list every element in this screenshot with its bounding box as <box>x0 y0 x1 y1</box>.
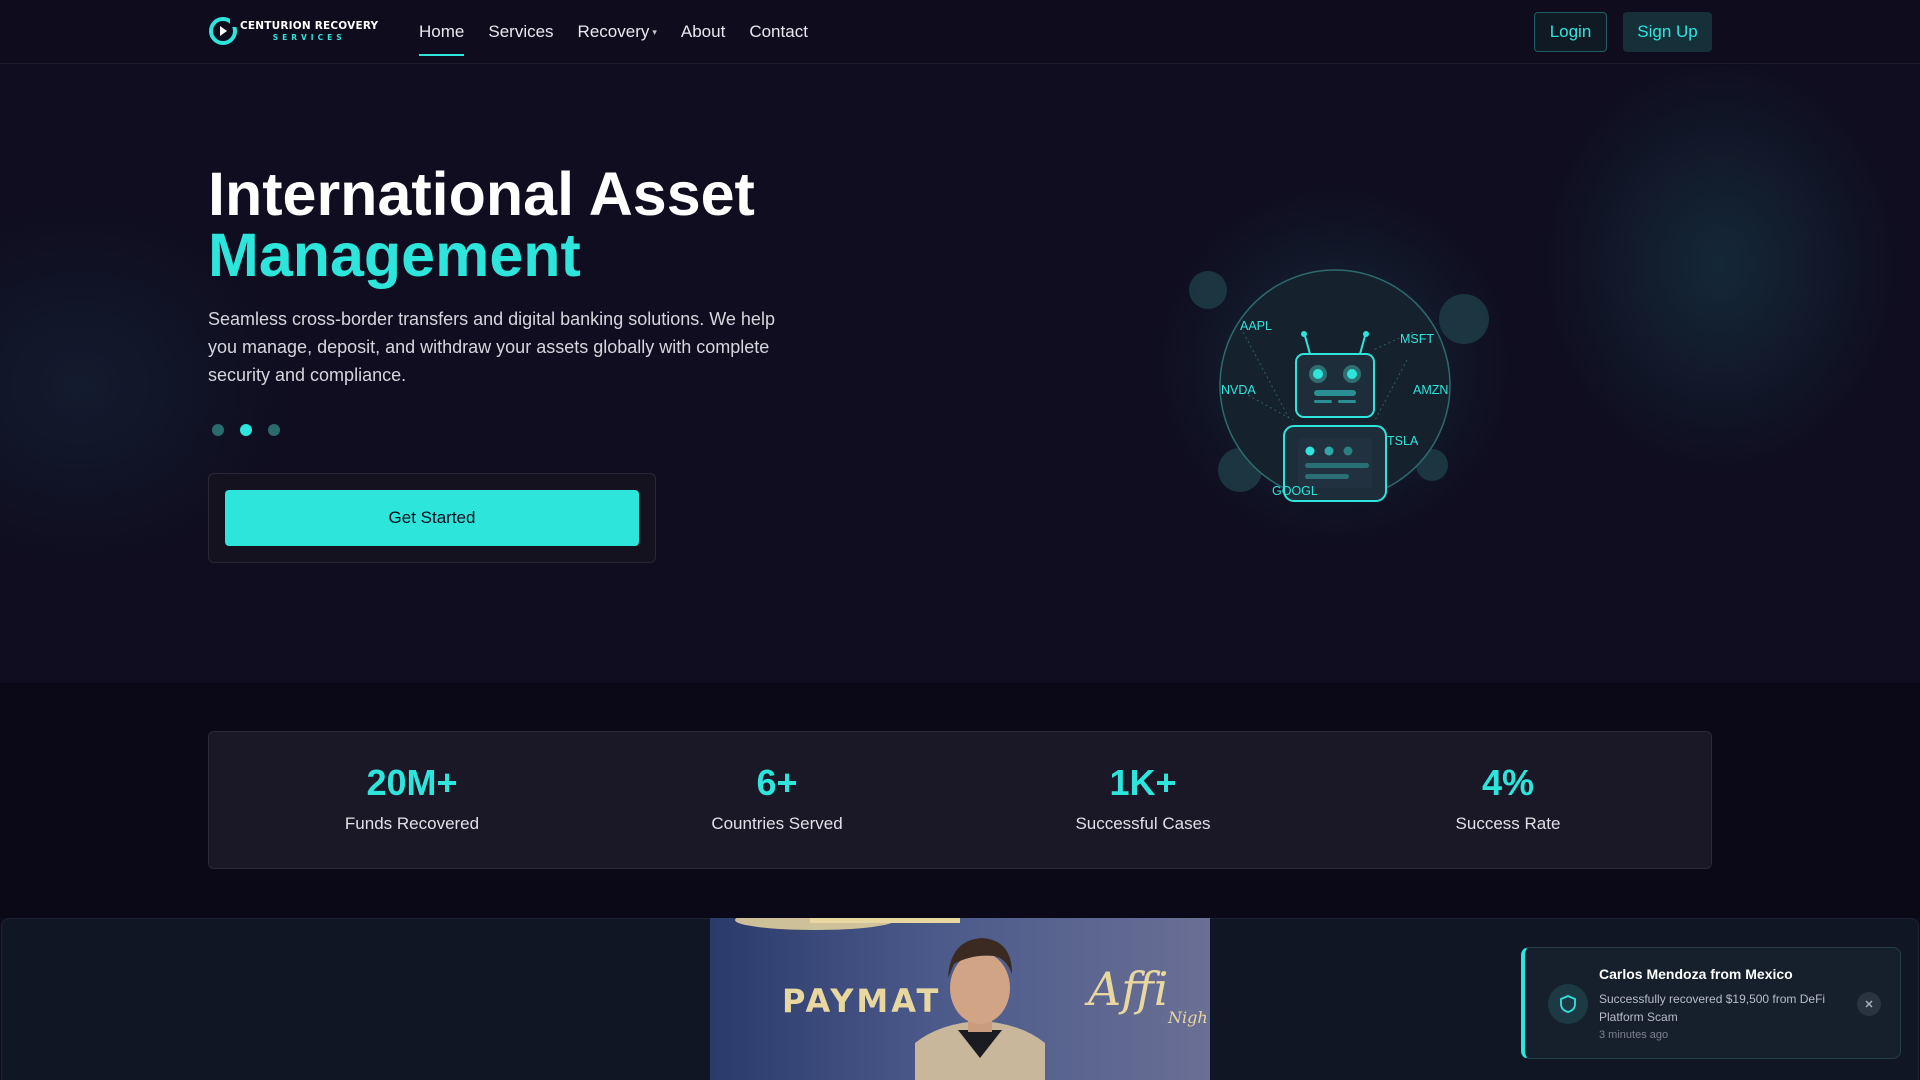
stat-label: Successful Cases <box>1075 814 1211 833</box>
stats-card: 20M+ Funds Recovered 6+ Countries Served… <box>208 731 1712 869</box>
hero-title-line2: Management <box>208 221 581 289</box>
nav-recovery-label: Recovery <box>577 22 650 41</box>
chevron-down-icon: ▾ <box>652 26 657 37</box>
nav-contact-label: Contact <box>749 22 808 41</box>
photo-script-text: Affi <box>1088 962 1169 1016</box>
nav-services[interactable]: Services <box>488 0 553 64</box>
orbit-bubble <box>1439 294 1489 344</box>
stat-value: 1K+ <box>1109 762 1177 803</box>
ticker-tsla: TSLA <box>1387 434 1419 448</box>
cta-container: Get Started <box>208 473 656 563</box>
nav-links: Home Services Recovery ▾ About Contact <box>419 0 832 64</box>
get-started-button[interactable]: Get Started <box>225 490 639 546</box>
robot-head <box>1295 353 1375 418</box>
nav-about-label: About <box>680 22 726 41</box>
login-button[interactable]: Login <box>1534 12 1607 52</box>
signup-button[interactable]: Sign Up <box>1623 12 1712 52</box>
orbit-bubble <box>1189 271 1227 309</box>
stat-successful-cases: 1K+ Successful Cases <box>993 762 1293 834</box>
stat-success-rate: 4% Success Rate <box>1358 762 1658 834</box>
ticker-amzn: AMZN <box>1413 383 1448 397</box>
brand-logo[interactable]: CENTURION RECOVERY SERVICES <box>208 15 378 47</box>
stat-value: 6+ <box>756 762 798 803</box>
slide-dot[interactable] <box>212 424 224 436</box>
stat-label: Funds Recovered <box>344 814 480 833</box>
stat-value: 20M+ <box>366 762 458 803</box>
ticker-nvda: NVDA <box>1221 383 1256 397</box>
stat-label: Success Rate <box>1455 814 1561 833</box>
slide-dot-active[interactable] <box>240 424 252 436</box>
top-navbar: CENTURION RECOVERY SERVICES Home Service… <box>0 0 1920 64</box>
stat-label: Countries Served <box>711 814 843 833</box>
logo-name: CENTURION RECOVERY <box>240 20 379 32</box>
photo-script-subtext: Nigh <box>1168 1008 1208 1027</box>
logo-tagline: SERVICES <box>272 32 346 42</box>
logo-icon <box>209 17 238 45</box>
close-icon[interactable] <box>1857 992 1881 1016</box>
featured-photo: PAYMAT Affi Nigh <box>710 918 1210 1080</box>
slide-indicators <box>212 424 296 436</box>
nav-contact[interactable]: Contact <box>749 0 808 64</box>
ticker-msft: MSFT <box>1400 332 1434 346</box>
nav-about[interactable]: About <box>681 0 725 64</box>
stat-value: 4% <box>1481 762 1535 803</box>
ticker-aapl: AAPL <box>1240 319 1272 333</box>
hero-title-line1: International Asset <box>208 160 755 228</box>
photo-backdrop-text: PAYMAT <box>782 982 942 1020</box>
nav-home-label: Home <box>419 22 465 41</box>
recovery-notification-toast[interactable]: Carlos Mendoza from Mexico Successfully … <box>1521 947 1901 1059</box>
nav-home[interactable]: Home <box>419 0 465 64</box>
robot-illustration: AAPL MSFT NVDA AMZN GOOGL TSLA <box>1185 250 1489 510</box>
shield-icon <box>1548 984 1588 1024</box>
toast-timestamp: 3 minutes ago <box>1599 1029 1669 1041</box>
slide-dot[interactable] <box>268 424 280 436</box>
nav-services-label: Services <box>488 22 554 41</box>
stat-countries-served: 6+ Countries Served <box>627 762 927 834</box>
toast-title: Carlos Mendoza from Mexico <box>1599 966 1793 982</box>
ticker-googl: GOOGL <box>1272 484 1318 498</box>
hero-section: International Asset Management Seamless … <box>0 65 1920 683</box>
toast-message: Successfully recovered $19,500 from DeFi… <box>1599 992 1826 1024</box>
stat-funds-recovered: 20M+ Funds Recovered <box>262 762 562 834</box>
nav-recovery[interactable]: Recovery ▾ <box>578 0 657 64</box>
hero-description: Seamless cross-border transfers and digi… <box>208 309 775 385</box>
